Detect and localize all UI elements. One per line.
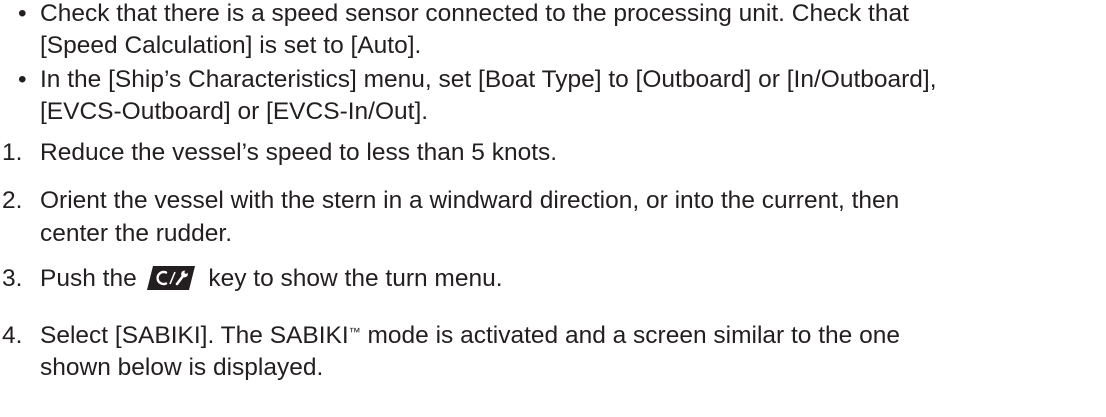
bullet-1-line-1: Check that there is a speed sensor conne… [40,0,909,27]
step-4-line-2: shown below is displayed. [40,354,324,381]
step-number: 3. [2,265,23,292]
step-3-text: Push the key to show the turn menu. [40,263,503,295]
step-2-line-1: Orient the vessel with the stern in a wi… [40,187,900,214]
step-number: 2. [2,187,23,214]
step-2-line-2: center the rudder. [40,220,233,247]
step-4-text-a: Select [SABIKI]. The SABIKI [40,322,349,349]
bullet-1-line-2: [Speed Calculation] is set to [Auto]. [40,32,422,59]
bullet-2-line-2: [EVCS-Outboard] or [EVCS-In/Out]. [40,98,429,125]
bullet-mark: • [18,66,27,93]
cancel-wrench-key-icon [146,265,196,291]
step-4-line-1: Select [SABIKI]. The SABIKI™ mode is act… [40,320,900,352]
bullet-mark: • [18,0,27,27]
step-3-before: Push the [40,265,137,292]
trademark-symbol: ™ [348,325,361,339]
step-1-text: Reduce the vessel’s speed to less than 5… [40,139,558,166]
step-number: 1. [2,139,23,166]
step-number: 4. [2,322,23,349]
step-4-text-b: mode is activated and a screen similar t… [360,322,900,349]
step-3-after: key to show the turn menu. [208,265,503,292]
bullet-2-line-1: In the [Ship’s Characteristics] menu, se… [40,66,937,93]
